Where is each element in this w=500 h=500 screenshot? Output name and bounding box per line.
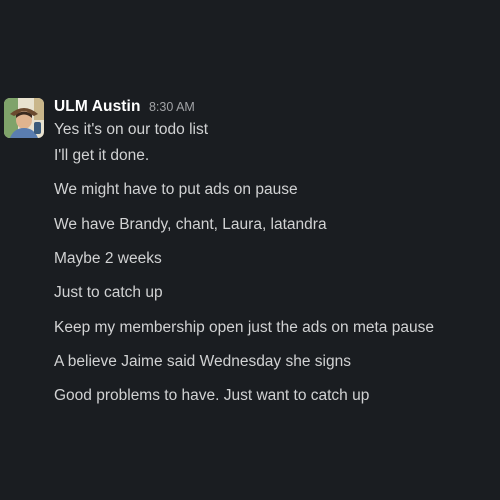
message-line: Just to catch up xyxy=(54,284,163,301)
message-line: We have Brandy, chant, Laura, latandra xyxy=(54,216,327,233)
message-header: ULM Austin 8:30 AM xyxy=(54,98,195,120)
avatar-photo xyxy=(4,98,44,138)
avatar[interactable] xyxy=(4,98,44,138)
message-line: Yes it's on our todo list xyxy=(54,121,209,138)
message-timestamp[interactable]: 8:30 AM xyxy=(149,100,195,114)
author-name[interactable]: ULM Austin xyxy=(54,98,141,115)
message-line: A believe Jaime said Wednesday she signs xyxy=(54,353,351,370)
message-line: I'll get it done. xyxy=(54,147,150,164)
message-line: We might have to put ads on pause xyxy=(54,181,298,198)
message-line: Good problems to have. Just want to catc… xyxy=(54,387,370,404)
message-line: Maybe 2 weeks xyxy=(54,250,162,267)
message-line: Keep my membership open just the ads on … xyxy=(54,319,434,336)
message-pane: ULM Austin 8:30 AM Yes it's on our todo … xyxy=(0,0,500,500)
